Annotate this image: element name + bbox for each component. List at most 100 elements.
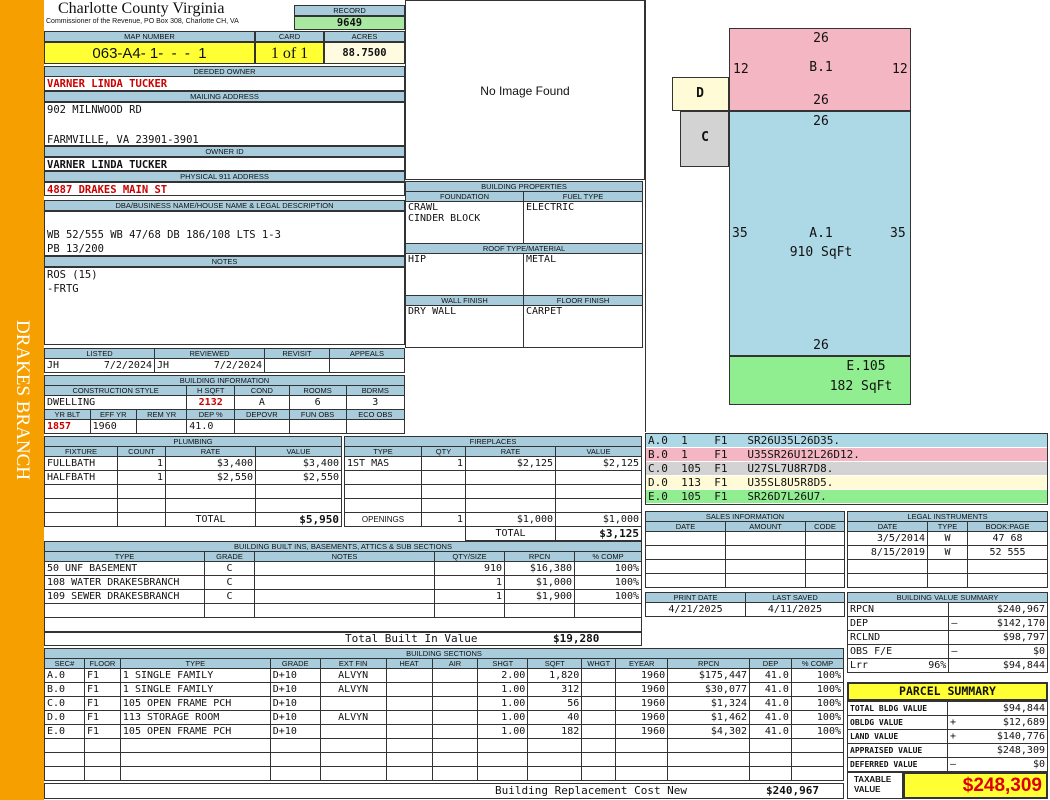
card-number: 1 of 1	[255, 42, 324, 64]
print-date-header: PRINT DATE	[645, 592, 746, 603]
table-row: DEP – $142,170	[846, 616, 1049, 631]
cell: 105 OPEN FRAME PCH	[119, 696, 271, 711]
cell: 52 555	[967, 545, 1048, 560]
openings-label: OPENINGS	[344, 512, 422, 527]
cell	[385, 724, 433, 739]
cell: 108 WATER DRAKESBRANCH	[44, 575, 205, 590]
floor-finish-header: FLOOR FINISH	[523, 295, 643, 306]
cell: ALVYN	[319, 710, 387, 725]
cell: W	[927, 531, 968, 546]
plumbing-col: FIXTURE	[44, 446, 118, 457]
cell	[948, 630, 966, 645]
construction-style-header: CONSTRUCTION STYLE	[43, 385, 188, 396]
hsqft-value: 2132	[186, 395, 236, 410]
segment-row: D.0 113 F1 U35SL8U5R8D5.	[646, 476, 1047, 490]
cell	[749, 738, 792, 753]
cell: APPRAISED VALUE	[847, 743, 948, 758]
table-row: OBLDG VALUE + $12,689	[847, 715, 1049, 730]
table-row: 1ST MAS 1 $2,125 $2,125	[344, 456, 642, 471]
sections-col: TYPE	[119, 658, 271, 669]
depovr-header: DEPOVR	[234, 409, 290, 420]
notes-line-2: -FRTG	[47, 283, 79, 295]
building-properties-table: FOUNDATION FUEL TYPE CRAWL CINDER BLOCK ELE…	[405, 191, 643, 348]
cell: +	[947, 715, 965, 730]
table-row: HALFBATH 1 $2,550 $2,550	[44, 470, 342, 485]
e-area: 182 SqFt	[829, 379, 893, 394]
cell: 41.0	[749, 668, 792, 683]
c-name: C	[701, 130, 709, 145]
cell: $175,447	[667, 668, 751, 683]
cell	[947, 701, 965, 716]
taxable-label-2: VALUE	[854, 785, 881, 794]
cell: 100%	[790, 696, 845, 711]
bdrms-value: 3	[345, 395, 406, 410]
deeded-owner: VARNER LINDA TUCKER	[44, 77, 405, 91]
cell: ALVYN	[319, 682, 387, 697]
foundation-2: CINDER BLOCK	[408, 213, 481, 224]
cell: 1	[117, 456, 166, 471]
cell	[581, 738, 617, 753]
cell: 109 SEWER DRAKESBRANCH	[44, 589, 205, 604]
yrblt-value: 1857	[44, 419, 91, 434]
cell: B.0	[44, 682, 85, 697]
foundation-1: CRAWL	[408, 202, 439, 214]
cell	[254, 561, 435, 576]
cell	[44, 738, 85, 753]
table-row	[44, 766, 845, 781]
cell: 100%	[574, 575, 642, 590]
cell: F1	[83, 724, 121, 739]
cell: 1,820	[527, 668, 583, 683]
cell: D+10	[269, 668, 321, 683]
revisit-cell	[264, 358, 330, 373]
cell: 1960	[615, 668, 669, 683]
table-row: 108 WATER DRAKESBRANCH C 1 $1,000 100%	[44, 575, 642, 590]
notes: ROS (15) -FRTG	[44, 267, 405, 345]
cell: $1,462	[667, 710, 751, 725]
record-number: 9649	[294, 16, 405, 30]
cell	[948, 658, 966, 673]
cell	[119, 752, 271, 767]
cell	[527, 738, 583, 753]
cell: C.0	[44, 696, 85, 711]
table-row: RCLND $98,797	[846, 630, 1049, 645]
cell	[385, 696, 433, 711]
cell	[385, 766, 433, 781]
notes-header: NOTES	[44, 256, 405, 267]
cell: $248,309	[964, 743, 1049, 758]
table-row: DEFERRED VALUE – $0	[847, 757, 1049, 772]
cell: 113 STORAGE ROOM	[119, 710, 271, 725]
cell: 41.0	[749, 724, 792, 739]
plumbing-total: $5,950	[255, 512, 342, 527]
cell: F1	[83, 668, 121, 683]
cell: 1	[421, 456, 466, 471]
cell: $3,400	[165, 456, 256, 471]
b-bottom-dim: 26	[813, 93, 829, 108]
table-row: B.0 F1 1 SINGLE FAMILY D+10 ALVYN 1.00 312 1960…	[44, 682, 845, 697]
openings-rate: $1,000	[465, 512, 556, 527]
segment-row: B.0 1 F1 U35SR26U12L26D12.	[646, 448, 1047, 462]
a-left-dim: 35	[732, 226, 748, 241]
cond-value: A	[234, 395, 290, 410]
cell: $30,077	[667, 682, 751, 697]
table-row	[44, 484, 342, 499]
appeals-cell	[328, 358, 406, 373]
cell: 100%	[790, 682, 845, 697]
taxable-label-1: TAXABLE	[854, 775, 892, 784]
record-header: RECORD	[294, 5, 405, 16]
floor-finish: CARPET	[523, 305, 643, 348]
builtins-table: TYPE GRADE NOTES QTY/SIZE RPCN% COMP 50 UNF …	[44, 551, 642, 632]
owner-id: VARNER LINDA TUCKER	[44, 157, 405, 171]
depovr-value	[234, 419, 290, 434]
cell	[581, 752, 617, 767]
table-row: 50 UNF BASEMENT C 910 $16,380 100%	[44, 561, 642, 576]
builtins-col: QTY/SIZE	[434, 551, 505, 562]
sections-col: FLOOR	[83, 658, 121, 669]
cell	[319, 724, 387, 739]
mailing-line-1: 902 MILNWOOD RD	[47, 104, 142, 116]
mailing-address: 902 MILNWOOD RD FARMVILLE, VA 23901-3901	[44, 102, 405, 146]
cell: $94,844	[965, 658, 1049, 673]
wall-finish: DRY WALL	[405, 305, 524, 348]
cell: $3,400	[255, 456, 342, 471]
cell: $1,900	[504, 589, 575, 604]
cell: 100%	[574, 589, 642, 604]
